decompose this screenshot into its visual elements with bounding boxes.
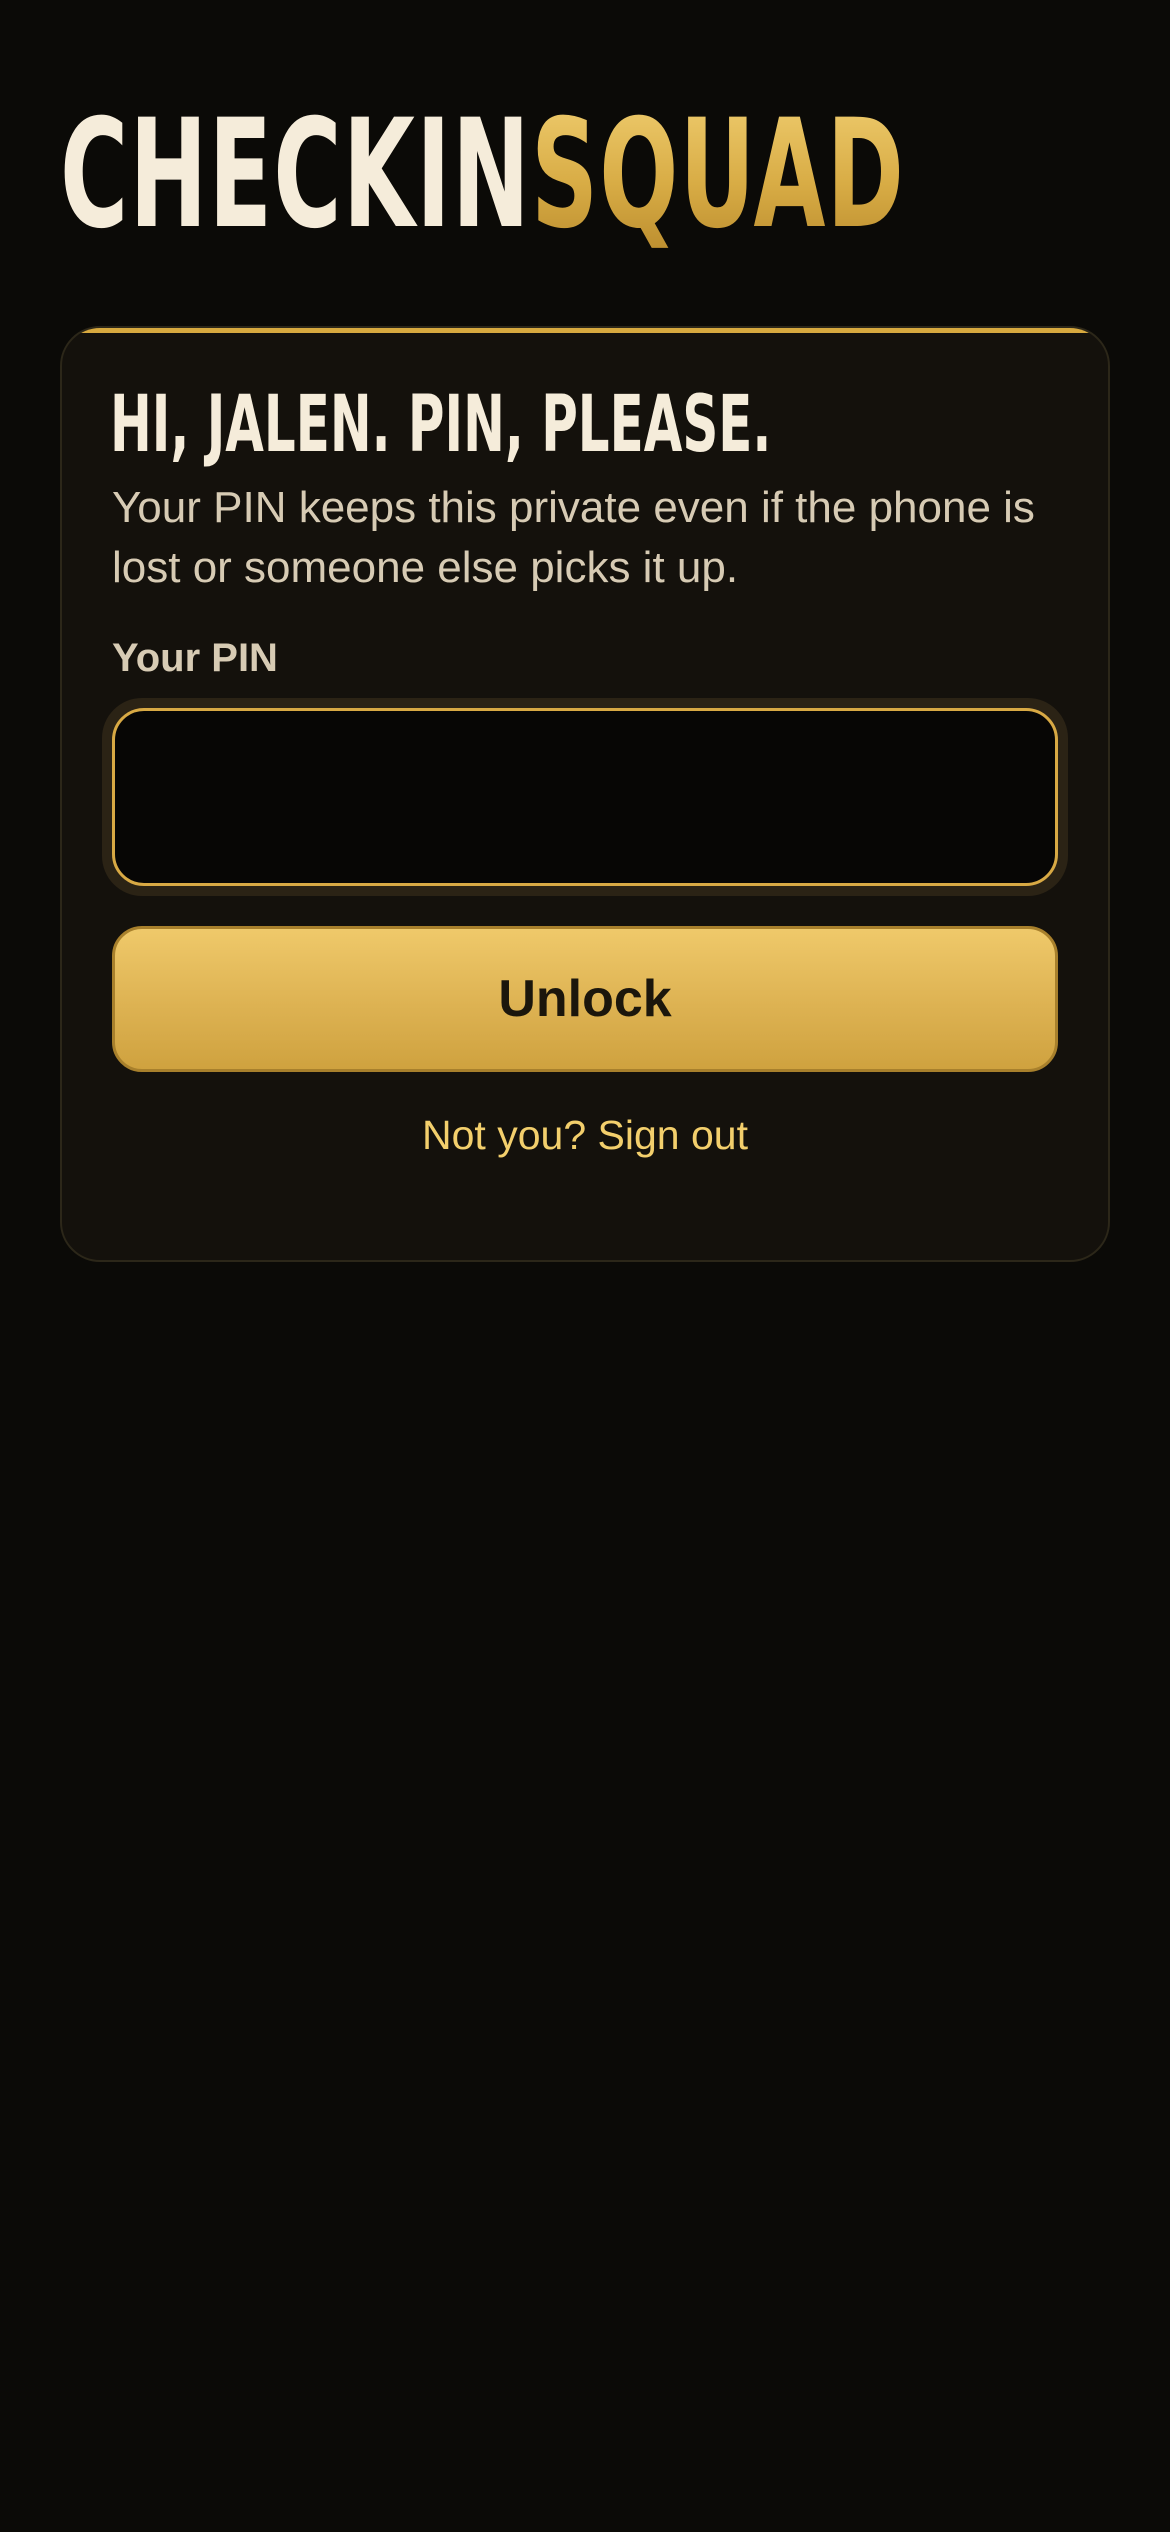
pin-subtitle: Your PIN keeps this private even if the … [112,483,1035,592]
pin-card: HI, JALEN. PIN, PLEASE. Your PIN keeps t… [60,326,1110,1262]
pin-input[interactable] [112,708,1058,886]
logo-checkin-text: CHECKIN [60,88,532,262]
pin-label: Your PIN [112,636,278,680]
unlock-button[interactable]: Unlock [112,926,1058,1072]
pin-title: HI, JALEN. PIN, PLEASE. [110,380,772,470]
card-accent-bar [62,328,1108,333]
app-logo: CHECKINSQUAD [60,100,905,250]
logo-squad-text: SQUAD [531,88,906,262]
sign-out-link[interactable]: Not you? Sign out [62,1110,1108,1160]
